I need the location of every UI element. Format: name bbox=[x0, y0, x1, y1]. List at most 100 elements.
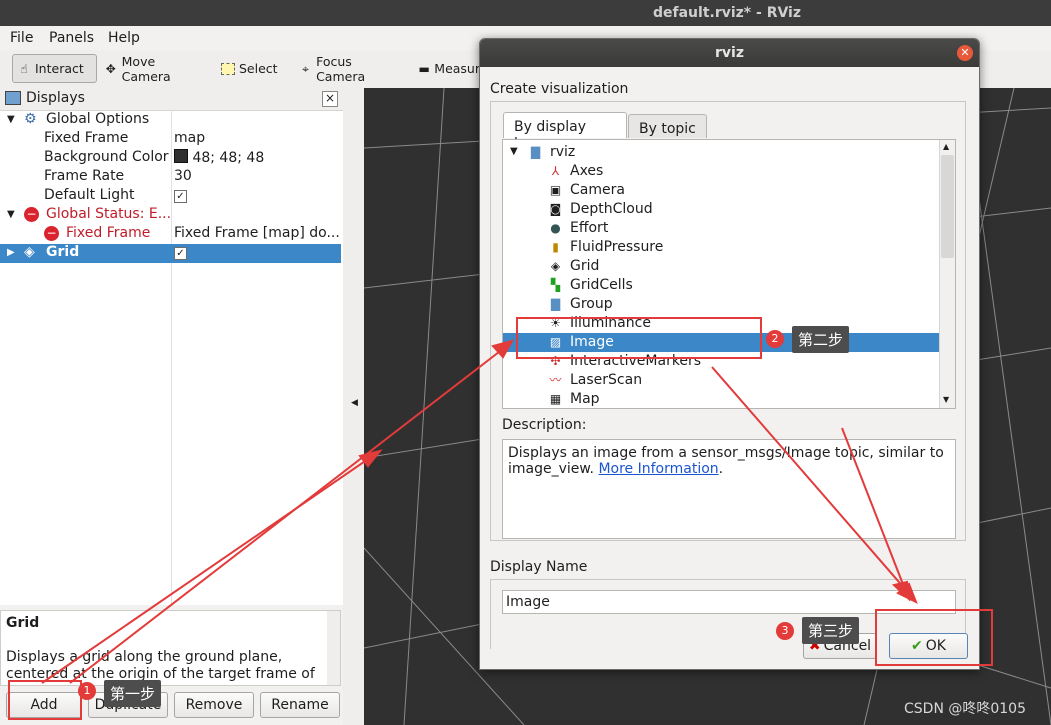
tab-by-topic[interactable]: By topic bbox=[628, 114, 707, 138]
list-item-label: DepthCloud bbox=[570, 201, 653, 217]
list-item[interactable]: ● Effort bbox=[503, 219, 939, 238]
description-text: image_view. bbox=[508, 461, 595, 477]
interact-label: Interact bbox=[35, 61, 84, 76]
axes-icon: ⅄ bbox=[551, 164, 560, 178]
menu-file[interactable]: File bbox=[10, 30, 33, 46]
display-type-list[interactable]: ▼ ▇ rviz ⅄ Axes ▣ Camera ◙ DepthCloud ● Effo… bbox=[502, 139, 956, 409]
focus-camera-tool-button[interactable]: ⌖ Focus Camera bbox=[295, 53, 403, 84]
select-tool-button[interactable]: Select bbox=[217, 54, 287, 83]
step3-tooltip: 第三步 bbox=[802, 617, 860, 644]
display-name-label: Display Name bbox=[490, 559, 588, 575]
tree-row-global-options[interactable]: ▼ ⚙ Global Options bbox=[0, 111, 341, 130]
grid-icon: ◈ bbox=[550, 259, 561, 273]
list-item[interactable]: ◙ DepthCloud bbox=[503, 200, 939, 219]
list-item-label: Camera bbox=[570, 182, 625, 198]
step3-highlight bbox=[875, 609, 993, 666]
tree-key: Grid bbox=[46, 244, 80, 260]
tree-key: Frame Rate bbox=[44, 168, 125, 184]
folder-icon: ▇ bbox=[530, 145, 541, 159]
focus-camera-label: Focus Camera bbox=[316, 53, 366, 84]
list-item-label: GridCells bbox=[570, 277, 633, 293]
measure-tool-button[interactable]: ▬ Measur bbox=[414, 54, 484, 83]
scrollbar[interactable] bbox=[327, 611, 340, 685]
tree-row-background-color[interactable]: Background Color 48; 48; 48 bbox=[0, 149, 341, 168]
interact-tool-button[interactable]: ☝ Interact bbox=[12, 54, 97, 83]
tree-key: Default Light bbox=[44, 187, 135, 203]
dialog-title: rviz bbox=[715, 45, 744, 61]
scroll-thumb[interactable] bbox=[941, 155, 954, 258]
menu-help[interactable]: Help bbox=[108, 30, 140, 46]
more-information-link[interactable]: More Information bbox=[598, 461, 718, 477]
list-item[interactable]: ▣ Camera bbox=[503, 181, 939, 200]
effort-icon: ● bbox=[550, 221, 561, 235]
expand-arrow-icon[interactable]: ▼ bbox=[7, 114, 15, 125]
monitor-icon bbox=[5, 91, 21, 105]
checkbox[interactable]: ✓ bbox=[174, 190, 187, 203]
error-icon: − bbox=[24, 207, 39, 222]
tree-row-default-light[interactable]: Default Light ✓ bbox=[0, 187, 341, 206]
list-item-label: LaserScan bbox=[570, 372, 643, 388]
tree-key: Global Status: E... bbox=[46, 206, 172, 222]
list-item[interactable]: ⅄ Axes bbox=[503, 162, 939, 181]
displays-title: Displays bbox=[26, 90, 85, 106]
description-label: Description: bbox=[502, 417, 587, 433]
tree-value[interactable]: map bbox=[174, 130, 205, 146]
list-item[interactable]: ◈ Grid bbox=[503, 257, 939, 276]
expand-arrow-icon[interactable]: ▼ bbox=[510, 146, 518, 157]
depth-camera-icon: ◙ bbox=[549, 202, 562, 216]
grid-cells-icon: ▚ bbox=[550, 278, 561, 292]
list-scrollbar[interactable]: ▲ ▼ bbox=[939, 140, 955, 408]
menu-panels[interactable]: Panels bbox=[49, 30, 94, 46]
scroll-down-icon[interactable]: ▼ bbox=[943, 395, 949, 404]
tree-row-frame-rate[interactable]: Frame Rate 30 bbox=[0, 168, 341, 187]
close-panel-button[interactable]: × bbox=[322, 91, 338, 107]
tree-value[interactable]: 30 bbox=[174, 168, 192, 184]
step1-badge: 1 bbox=[78, 682, 96, 700]
selection-rect-icon bbox=[221, 62, 235, 75]
tree-row-fixed-frame[interactable]: Fixed Frame map bbox=[0, 130, 341, 149]
tree-row-fixed-frame-status[interactable]: − Fixed Frame Fixed Frame [map] do... bbox=[0, 225, 341, 244]
scroll-up-icon[interactable]: ▲ bbox=[943, 142, 949, 151]
rename-button[interactable]: Rename bbox=[260, 692, 340, 718]
tree-value: Fixed Frame [map] do... bbox=[174, 225, 340, 241]
list-item-label: FluidPressure bbox=[570, 239, 664, 255]
checkbox[interactable]: ✓ bbox=[174, 247, 187, 260]
collapse-arrow-icon[interactable]: ▶ bbox=[7, 247, 15, 258]
step3-badge: 3 bbox=[776, 622, 794, 640]
step2-highlight bbox=[516, 317, 762, 359]
pressure-icon: ▮ bbox=[552, 240, 559, 254]
list-item[interactable]: ▇ Group bbox=[503, 295, 939, 314]
expand-arrow-icon[interactable]: ▼ bbox=[7, 209, 15, 220]
folder-icon: ▇ bbox=[550, 297, 561, 311]
move-camera-label: Move Camera bbox=[121, 53, 171, 84]
dialog-close-icon[interactable]: ✕ bbox=[957, 45, 973, 61]
select-label: Select bbox=[239, 61, 278, 76]
list-item[interactable]: ▦ Map bbox=[503, 390, 939, 408]
tree-value-color[interactable]: 48; 48; 48 bbox=[174, 149, 264, 166]
move-arrows-icon: ✥ bbox=[105, 61, 116, 76]
tree-row-grid[interactable]: ▶ ◈ Grid ✓ bbox=[0, 244, 341, 263]
watermark: CSDN @咚咚0105 bbox=[904, 701, 1026, 717]
description-text: Displays an image from a sensor_msgs/Ima… bbox=[508, 445, 944, 461]
dialog-title-bar: rviz ✕ bbox=[480, 39, 979, 67]
description-period: . bbox=[718, 461, 724, 477]
splitter[interactable]: ◀ bbox=[343, 88, 364, 725]
move-camera-tool-button[interactable]: ✥ Move Camera bbox=[100, 53, 210, 84]
list-item-label: Group bbox=[570, 296, 613, 312]
tree-row-global-status[interactable]: ▼ − Global Status: E... bbox=[0, 206, 341, 225]
tab-by-display-type[interactable]: By display type bbox=[503, 112, 627, 151]
list-item[interactable]: ▚ GridCells bbox=[503, 276, 939, 295]
description-title: Grid bbox=[6, 615, 40, 631]
remove-button[interactable]: Remove bbox=[174, 692, 254, 718]
gear-icon: ⚙ bbox=[24, 111, 37, 127]
ruler-icon: ▬ bbox=[418, 61, 430, 76]
step2-tooltip: 第二步 bbox=[792, 326, 850, 353]
list-item-label: Effort bbox=[570, 220, 609, 236]
list-item[interactable]: 〰 LaserScan bbox=[503, 371, 939, 390]
list-item-label: Axes bbox=[570, 163, 604, 179]
list-item-label: Map bbox=[570, 391, 600, 407]
list-item-rviz[interactable]: ▼ ▇ rviz bbox=[503, 143, 939, 162]
list-item[interactable]: ▮ FluidPressure bbox=[503, 238, 939, 257]
list-item-label: Grid bbox=[570, 258, 600, 274]
crosshair-icon: ⌖ bbox=[302, 61, 309, 76]
